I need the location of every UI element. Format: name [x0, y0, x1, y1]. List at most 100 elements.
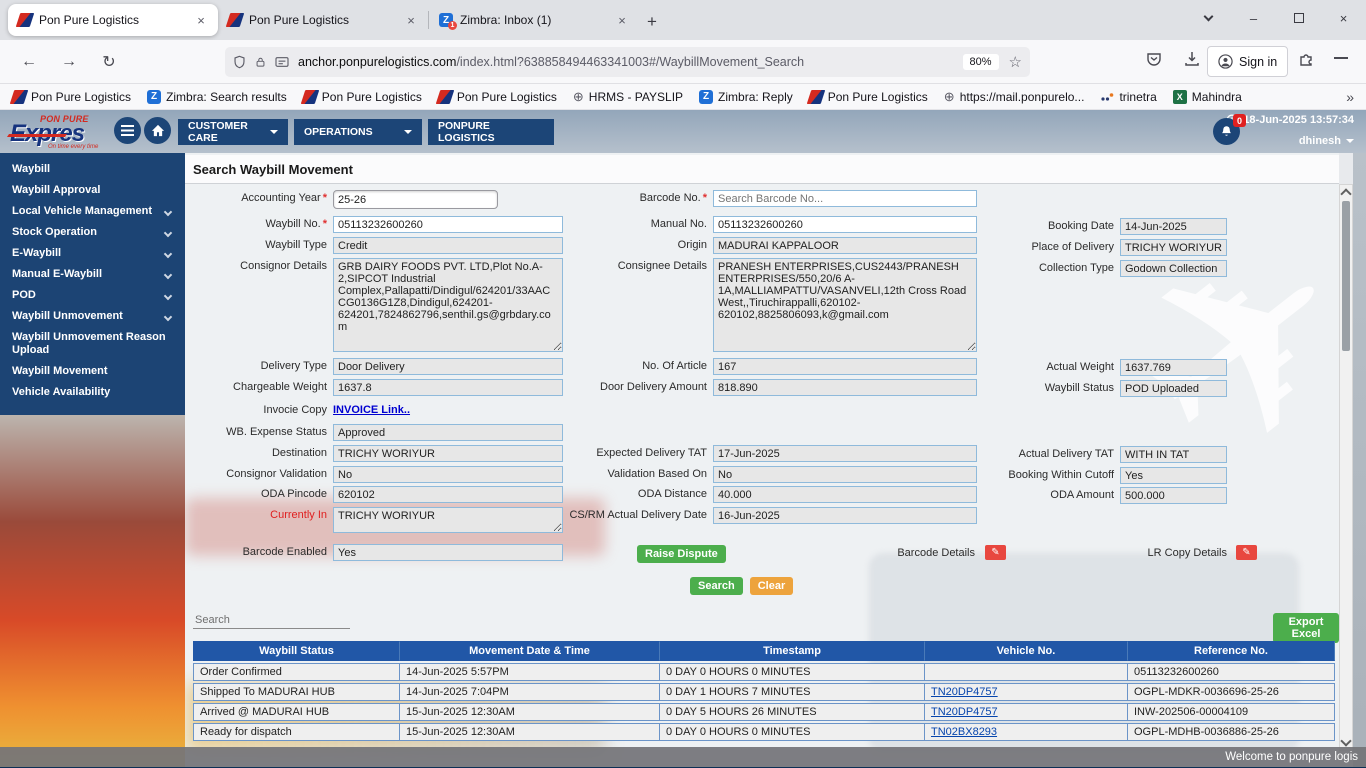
minimize-button[interactable]: – [1231, 0, 1276, 36]
bookmark-ponpure-4[interactable]: Pon Pure Logistics [809, 90, 928, 104]
col-vehicle-no[interactable]: Vehicle No. [925, 641, 1128, 661]
consignor-details-textarea[interactable]: GRB DAIRY FOODS PVT. LTD,Plot No.A-2,SIP… [333, 258, 563, 352]
barcode-details-edit-icon[interactable]: ✎ [985, 545, 1006, 560]
raise-dispute-button[interactable]: Raise Dispute [637, 545, 726, 563]
barcode-no-input[interactable] [713, 190, 977, 207]
oda-amount-input[interactable] [1120, 487, 1227, 504]
maximize-button[interactable] [1276, 0, 1321, 36]
scrollbar-thumb[interactable] [1342, 201, 1350, 351]
bookmark-ponpure-1[interactable]: Pon Pure Logistics [12, 90, 131, 104]
forward-button[interactable]: → [54, 47, 84, 77]
waybill-type-input[interactable] [333, 237, 563, 254]
sidebar-item-waybill-approval[interactable]: Waybill Approval [0, 180, 185, 201]
search-button[interactable]: Search [690, 577, 743, 595]
csrm-actual-delivery-date-input[interactable] [713, 507, 977, 524]
vehicle-link[interactable]: TN20DP4757 [931, 706, 998, 718]
waybill-no-input[interactable] [333, 216, 563, 233]
new-tab-button[interactable]: + [647, 12, 657, 32]
clear-button[interactable]: Clear [750, 577, 794, 595]
waybill-status-input[interactable] [1120, 380, 1227, 397]
notifications-button[interactable]: 0 [1213, 118, 1240, 145]
scroll-down-icon[interactable] [1340, 735, 1351, 746]
place-of-delivery-input[interactable] [1120, 239, 1227, 256]
collection-type-input[interactable] [1120, 260, 1227, 277]
col-movement-date[interactable]: Movement Date & Time [400, 641, 660, 661]
sidebar-item-local-vehicle-management[interactable]: Local Vehicle Management [0, 201, 185, 222]
validation-based-on-input[interactable] [713, 466, 977, 483]
col-reference-no[interactable]: Reference No. [1128, 641, 1335, 661]
table-search-input[interactable] [193, 611, 350, 629]
consignor-validation-input[interactable] [333, 466, 563, 483]
vehicle-link[interactable]: TN02BX8293 [931, 726, 997, 738]
oda-distance-input[interactable] [713, 486, 977, 503]
origin-input[interactable] [713, 237, 977, 254]
nav-operations[interactable]: OPERATIONS [294, 119, 422, 145]
bookmark-zimbra-reply[interactable]: ZZimbra: Reply [699, 90, 793, 104]
col-timestamp[interactable]: Timestamp [660, 641, 925, 661]
delivery-type-input[interactable] [333, 358, 563, 375]
bookmark-mahindra[interactable]: XMahindra [1173, 90, 1242, 104]
sidebar-item-manual-e-waybill[interactable]: Manual E-Waybill [0, 264, 185, 285]
bookmark-star-icon[interactable]: ☆ [1009, 53, 1022, 71]
door-delivery-amount-input[interactable] [713, 379, 977, 396]
downloads-icon[interactable] [1184, 51, 1200, 67]
expected-delivery-tat-input[interactable] [713, 445, 977, 462]
oda-pincode-input[interactable] [333, 486, 563, 503]
consignee-details-textarea[interactable]: PRANESH ENTERPRISES,CUS2443/PRANESH ENTE… [713, 258, 977, 352]
reload-button[interactable]: ↻ [94, 47, 124, 77]
col-waybill-status[interactable]: Waybill Status [193, 641, 400, 661]
invoice-link[interactable]: INVOICE Link.. [333, 402, 410, 416]
booking-date-input[interactable] [1120, 218, 1227, 235]
sidebar-item-pod[interactable]: POD [0, 285, 185, 306]
barcode-enabled-input[interactable] [333, 544, 563, 561]
url-text[interactable]: anchor.ponpurelogistics.com/index.html?6… [298, 55, 963, 69]
user-menu[interactable]: dhinesh [1299, 135, 1354, 147]
booking-within-cutoff-input[interactable] [1120, 467, 1227, 484]
chargeable-weight-input[interactable] [333, 379, 563, 396]
bookmark-zimbra-search[interactable]: ZZimbra: Search results [147, 90, 287, 104]
shield-icon[interactable] [233, 55, 246, 69]
nav-customer-care[interactable]: CUSTOMER CARE [178, 119, 288, 145]
actual-delivery-tat-input[interactable] [1120, 446, 1227, 463]
actual-weight-input[interactable] [1120, 359, 1227, 376]
content-scrollbar[interactable] [1339, 184, 1353, 751]
sidebar-item-waybill-movement[interactable]: Waybill Movement [0, 361, 185, 382]
bookmark-mail-ponpure[interactable]: ⊕https://mail.ponpurelo... [944, 90, 1085, 104]
tab-pon-pure-2[interactable]: Pon Pure Logistics × [218, 4, 428, 36]
nav-ponpure-logistics[interactable]: PONPURE LOGISTICS [428, 119, 554, 145]
currently-in-textarea[interactable]: TRICHY WORIYUR [333, 507, 563, 533]
manual-no-input[interactable] [713, 216, 977, 233]
permissions-icon[interactable] [275, 56, 289, 68]
tab-pon-pure-1[interactable]: Pon Pure Logistics × [8, 4, 218, 36]
close-window-button[interactable]: × [1321, 0, 1366, 36]
bookmark-hrms-payslip[interactable]: ⊕HRMS - PAYSLIP [573, 90, 683, 104]
tab-close-icon[interactable]: × [402, 11, 420, 29]
sidebar-item-waybill[interactable]: Waybill [0, 159, 185, 180]
vehicle-link[interactable]: TN20DP4757 [931, 686, 998, 698]
scroll-up-icon[interactable] [1340, 188, 1351, 199]
wb-expense-status-input[interactable] [333, 424, 563, 441]
bookmark-ponpure-2[interactable]: Pon Pure Logistics [303, 90, 422, 104]
sidebar-item-stock-operation[interactable]: Stock Operation [0, 222, 185, 243]
app-menu-button[interactable] [114, 117, 141, 144]
sidebar-item-vehicle-availability[interactable]: Vehicle Availability [0, 382, 185, 403]
url-bar[interactable]: anchor.ponpurelogistics.com/index.html?6… [225, 47, 1030, 77]
bookmark-trinetra[interactable]: trinetra [1100, 90, 1156, 104]
zoom-level-badge[interactable]: 80% [963, 54, 999, 70]
sidebar-item-e-waybill[interactable]: E-Waybill [0, 243, 185, 264]
home-button[interactable] [144, 117, 171, 144]
back-button[interactable]: ← [14, 47, 44, 77]
lr-copy-details-edit-icon[interactable]: ✎ [1236, 545, 1257, 560]
sidebar-item-waybill-unmovement-reason-upload[interactable]: Waybill Unmovement Reason Upload [0, 327, 185, 361]
bookmarks-overflow-icon[interactable]: » [1346, 89, 1354, 105]
bookmark-ponpure-3[interactable]: Pon Pure Logistics [438, 90, 557, 104]
pocket-icon[interactable] [1146, 51, 1162, 67]
extensions-icon[interactable] [1298, 51, 1314, 67]
tab-list-chevron-icon[interactable] [1186, 0, 1231, 36]
sign-in-button[interactable]: Sign in [1207, 46, 1288, 77]
tab-zimbra[interactable]: Z1 Zimbra: Inbox (1) × [429, 4, 639, 36]
lock-icon[interactable] [255, 55, 266, 69]
no-of-article-input[interactable] [713, 358, 977, 375]
sidebar-item-waybill-unmovement[interactable]: Waybill Unmovement [0, 306, 185, 327]
tab-close-icon[interactable]: × [613, 11, 631, 29]
